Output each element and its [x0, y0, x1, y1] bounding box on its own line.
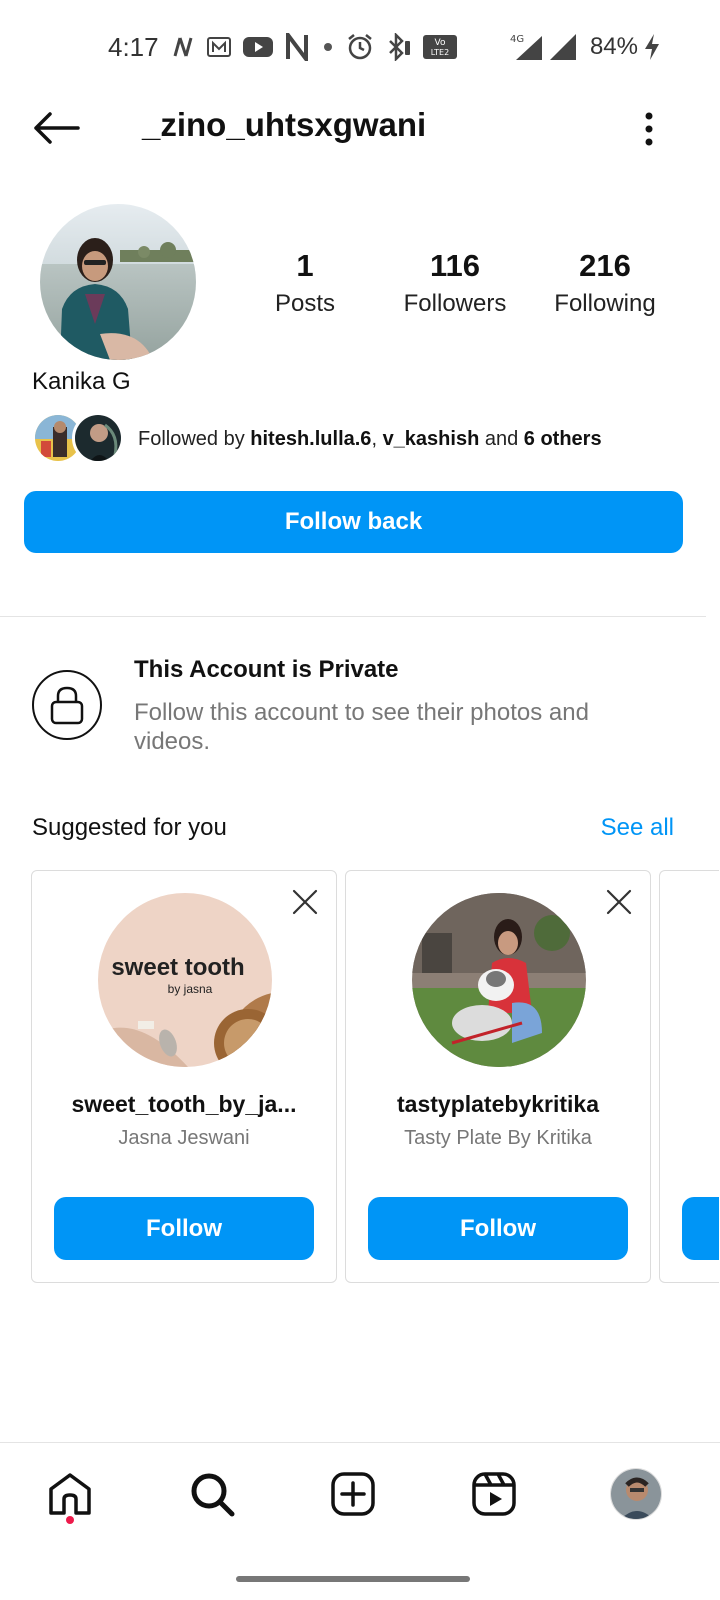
notification-dot	[66, 1516, 74, 1524]
close-icon	[606, 889, 632, 915]
private-account-title: This Account is Private	[134, 656, 399, 683]
stat-following[interactable]: 216 Following	[530, 246, 680, 322]
svg-text:Vo: Vo	[435, 38, 446, 48]
suggested-title: Suggested for you	[32, 814, 227, 841]
bottom-nav	[0, 1450, 720, 1540]
profile-username: _zino_uhtsxgwani	[142, 106, 427, 143]
followed-by-separator: ,	[371, 428, 383, 450]
youtube-icon	[243, 37, 273, 57]
followed-by-prefix: Followed by	[138, 428, 251, 450]
reels-icon	[472, 1472, 516, 1516]
home-icon	[49, 1473, 91, 1515]
suggestion-username[interactable]: tastyplatebykritika	[346, 1091, 650, 1118]
follow-button[interactable]: Follow	[368, 1197, 628, 1260]
dismiss-suggestion-button[interactable]	[604, 887, 634, 917]
followed-by-text: Followed by hitesh.lulla.6, v_kashish an…	[138, 428, 602, 451]
stat-following-label: Following	[554, 290, 656, 317]
followed-by-and: and	[479, 428, 524, 450]
close-icon	[292, 889, 318, 915]
svg-text:4G: 4G	[510, 34, 524, 45]
mutual-others: 6 others	[523, 428, 602, 450]
followed-by-row[interactable]: Followed by hitesh.lulla.6, v_kashish an…	[32, 412, 692, 468]
nav-profile[interactable]	[606, 1464, 666, 1524]
avatar-brand-line1: sweet tooth	[111, 954, 244, 981]
dot-icon	[324, 43, 332, 51]
profile-full-name: Kanika G	[32, 368, 131, 395]
bluetooth-icon	[389, 33, 410, 61]
more-options-button[interactable]	[634, 104, 664, 154]
mutual-user-1: hitesh.lulla.6	[250, 428, 372, 450]
lock-icon	[50, 686, 84, 725]
avatar-brand-line2: by jasna	[168, 982, 213, 996]
search-icon	[191, 1473, 235, 1517]
profile-avatar-icon	[610, 1468, 662, 1520]
private-account-description: Follow this account to see their photos …	[134, 699, 589, 755]
nav-search[interactable]	[182, 1464, 242, 1524]
nav-home[interactable]	[40, 1464, 100, 1524]
suggestion-name: Tasty Plate By Kritika	[404, 1127, 592, 1149]
mutual-avatar	[72, 412, 124, 464]
dismiss-suggestion-button[interactable]	[290, 887, 320, 917]
back-button[interactable]	[28, 102, 84, 154]
follow-button-partial[interactable]	[682, 1197, 719, 1260]
stat-followers-value: 116	[429, 248, 480, 283]
create-icon	[331, 1472, 375, 1516]
follow-back-button[interactable]: Follow back	[24, 491, 683, 553]
suggestion-card[interactable]: sweet tooth by jasna sweet_tooth_by_ja..…	[31, 870, 337, 1283]
notification-icons: Vo LTE2	[170, 30, 458, 64]
stat-following-value: 216	[579, 248, 631, 283]
profile-header: _zino_uhtsxgwani	[0, 96, 720, 160]
svg-text:LTE2: LTE2	[431, 48, 449, 57]
suggestion-name: Jasna Jeswani	[118, 1127, 250, 1149]
more-vertical-icon	[645, 112, 653, 146]
nav-create[interactable]	[323, 1464, 383, 1524]
status-time: 4:17	[108, 32, 159, 62]
arrow-left-icon	[34, 112, 80, 144]
suggestion-card[interactable]: tastyplatebykritika Tasty Plate By Kriti…	[345, 870, 651, 1283]
stat-posts-value: 1	[296, 248, 314, 283]
alarm-icon	[348, 34, 372, 60]
signal-4g-icon: 4G	[510, 34, 542, 60]
signal-icon	[549, 34, 576, 60]
volte-icon: VoLTE2	[423, 35, 457, 59]
m-app-icon	[207, 37, 231, 57]
suggestion-avatar[interactable]: sweet tooth by jasna	[98, 893, 272, 1067]
follow-button[interactable]: Follow	[54, 1197, 314, 1260]
suggestion-avatar[interactable]	[412, 893, 586, 1067]
stat-posts-label: Posts	[274, 290, 336, 317]
stat-followers-label: Followers	[403, 290, 507, 317]
lock-icon-container	[32, 670, 102, 740]
nav-divider	[0, 1442, 720, 1443]
see-all-link[interactable]: See all	[601, 814, 674, 842]
status-bar: 4:17 Vo LTE2 4G 84%	[0, 0, 720, 96]
suggestion-card-partial[interactable]	[659, 870, 719, 1283]
system-icons: 4G 84%	[502, 30, 662, 64]
section-divider	[0, 616, 706, 617]
profile-stats: 1 Posts 116 Followers 216 Following	[230, 246, 680, 326]
n-app-icon	[173, 37, 193, 57]
netflix-icon	[286, 33, 308, 61]
stat-followers[interactable]: 116 Followers	[380, 246, 530, 322]
mutual-user-2: v_kashish	[382, 428, 480, 450]
battery-percent: 84%	[589, 33, 638, 60]
nav-reels[interactable]	[464, 1464, 524, 1524]
suggestion-username[interactable]: sweet_tooth_by_ja...	[32, 1091, 336, 1118]
charging-icon	[645, 34, 659, 60]
home-indicator[interactable]	[236, 1576, 470, 1582]
stat-posts[interactable]: 1 Posts	[230, 246, 380, 322]
profile-avatar[interactable]	[40, 204, 196, 360]
